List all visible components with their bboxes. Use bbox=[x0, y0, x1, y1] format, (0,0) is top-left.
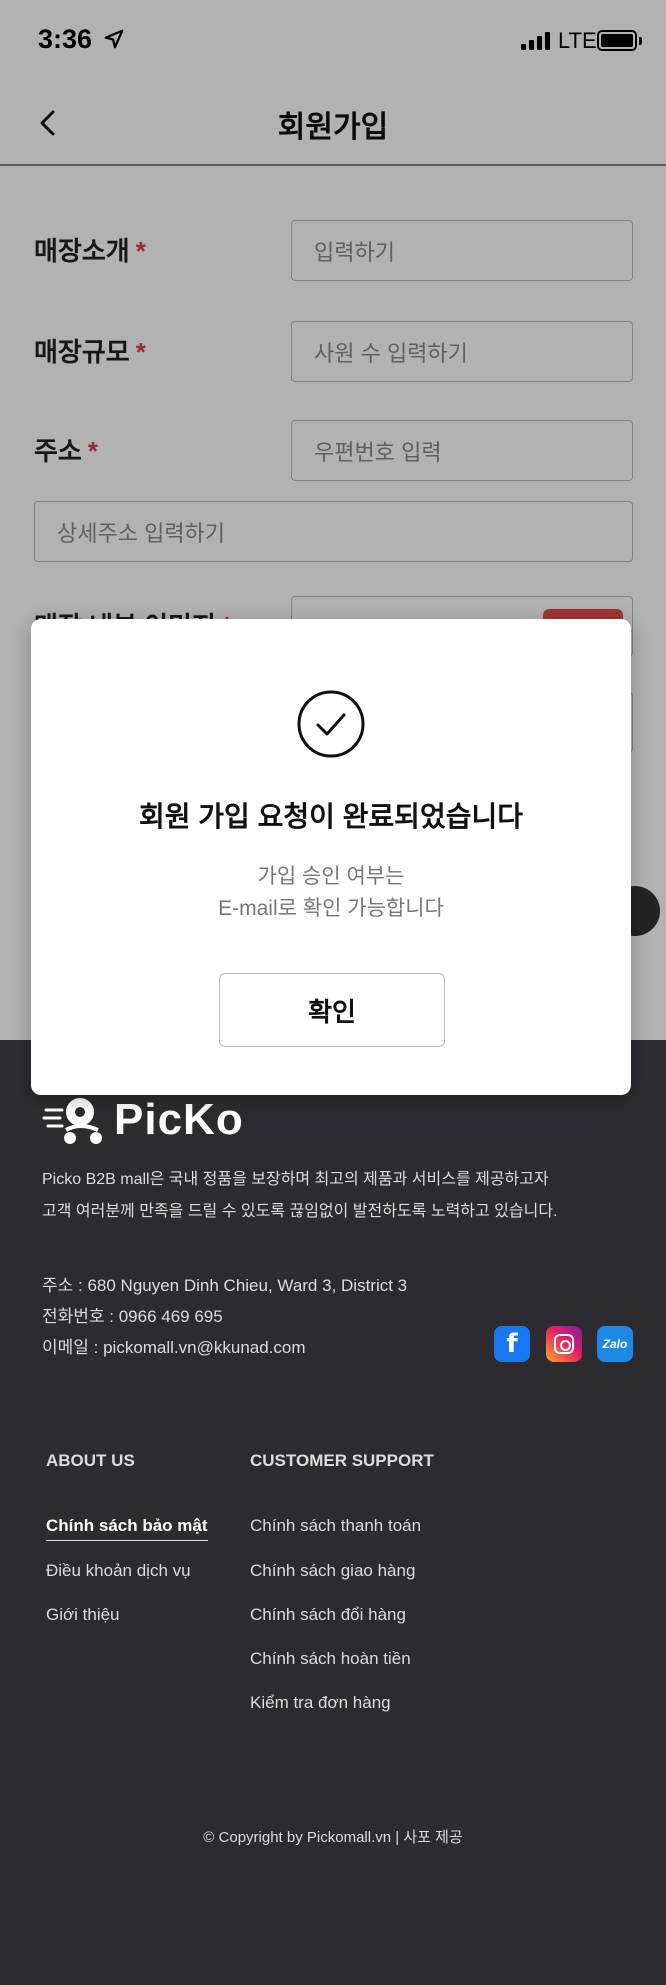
contact-info: 주소 : 680 Nguyen Dinh Chieu, Ward 3, Dist… bbox=[42, 1270, 407, 1363]
signup-complete-modal: 회원 가입 요청이 완료되었습니다 가입 승인 여부는 E-mail로 확인 가… bbox=[31, 619, 631, 1095]
support-item-refund[interactable]: Chính sách hoàn tiền bbox=[250, 1649, 411, 1669]
modal-title: 회원 가입 요청이 완료되었습니다 bbox=[139, 801, 523, 832]
signup-page: 3:36 LTE 회원가입 매장소개 * 입력하기 매장규모 * 사원 수 입력하기… bbox=[0, 0, 666, 1985]
zalo-icon[interactable]: Zalo bbox=[597, 1326, 633, 1362]
email-text: 이메일 : pickomall.vn@kkunad.com bbox=[42, 1338, 306, 1357]
instagram-icon[interactable] bbox=[546, 1326, 582, 1362]
check-circle-icon bbox=[297, 690, 365, 758]
support-item-shipping[interactable]: Chính sách giao hàng bbox=[250, 1561, 415, 1581]
about-us-heading: ABOUT US bbox=[46, 1451, 135, 1470]
support-item-payment[interactable]: Chính sách thanh toán bbox=[250, 1516, 421, 1536]
company-description: Picko B2B mall은 국내 정품을 보장하며 최고의 제품과 서비스를… bbox=[42, 1171, 558, 1220]
picko-logo: PicKo bbox=[42, 1092, 244, 1148]
modal-subtitle-line2: E-mail로 확인 가능합니다 bbox=[218, 897, 444, 920]
about-item-privacy[interactable]: Chính sách bảo mật bbox=[46, 1516, 208, 1541]
phone-text: 전화번호 : 0966 469 695 bbox=[42, 1307, 223, 1326]
scooter-logo-icon bbox=[42, 1098, 102, 1144]
support-item-exchange[interactable]: Chính sách đổi hàng bbox=[250, 1605, 406, 1625]
copyright-text: © Copyright by Pickomall.vn | 사포 제공 bbox=[203, 1829, 463, 1846]
confirm-button[interactable]: 확인 bbox=[219, 973, 445, 1047]
footer: PicKo Picko B2B mall은 국내 정품을 보장하며 최고의 제품… bbox=[0, 1040, 666, 1985]
modal-subtitle-line1: 가입 승인 여부는 bbox=[257, 865, 405, 888]
logo-text: PicKo bbox=[114, 1095, 244, 1144]
support-item-order-check[interactable]: Kiểm tra đơn hàng bbox=[250, 1693, 391, 1713]
customer-support-heading: CUSTOMER SUPPORT bbox=[250, 1451, 434, 1470]
about-item-intro[interactable]: Giới thiệu bbox=[46, 1605, 120, 1625]
about-item-terms[interactable]: Điều khoản dịch vụ bbox=[46, 1561, 191, 1581]
address-text: 주소 : 680 Nguyen Dinh Chieu, Ward 3, Dist… bbox=[42, 1276, 408, 1295]
facebook-icon[interactable]: f bbox=[494, 1326, 530, 1362]
